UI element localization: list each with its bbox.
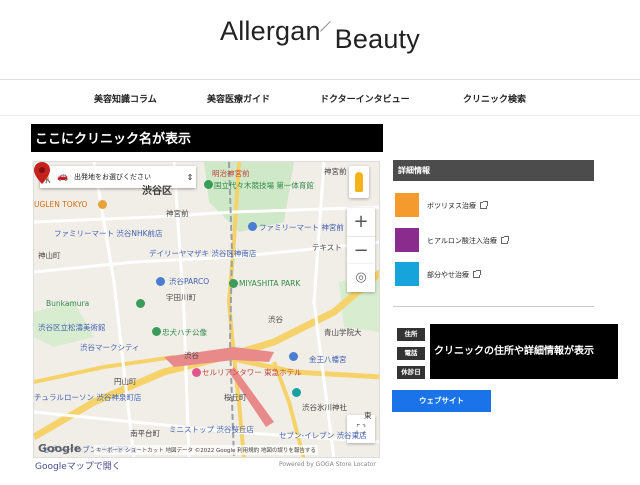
external-link-icon bbox=[480, 201, 488, 209]
logo-text-allergan: Allergan bbox=[220, 16, 321, 46]
map-label: 南平台町 bbox=[130, 429, 160, 438]
external-link-icon bbox=[473, 270, 481, 278]
main-nav: 美容知識コラム 美容医療ガイド ドクターインタビュー クリニック検索 bbox=[0, 80, 640, 116]
map-label: 宇田川町 bbox=[166, 293, 196, 302]
map-label: デイリーヤマザキ 渋谷区神南店 bbox=[149, 249, 257, 258]
nav-item-guide[interactable]: 美容医療ガイド bbox=[207, 92, 270, 105]
directions-selector[interactable]: 🚶 🚗 出発地をお選びください ⇕ bbox=[40, 166, 196, 188]
poi-marker[interactable] bbox=[98, 200, 107, 209]
map-label: 忠犬ハチ公像 bbox=[162, 328, 207, 337]
zoom-out-button[interactable]: − bbox=[347, 236, 375, 264]
crosshair-icon: ◎ bbox=[355, 270, 367, 285]
map-label: ミニストップ 渋谷桜丘店 bbox=[169, 425, 254, 434]
clinic-name: ここにクリニック名が表示 bbox=[31, 124, 383, 152]
google-logo: Google bbox=[38, 442, 82, 455]
map-label: 神山町 bbox=[38, 251, 61, 260]
treatment-link-row: ヒアルロン酸注入治療 bbox=[427, 236, 509, 246]
map-label: チュラルローソン 渋谷神泉町店 bbox=[34, 393, 142, 402]
detail-heading: 詳細情報 bbox=[393, 160, 594, 181]
treatment-color-swatch bbox=[395, 262, 419, 286]
brand-logo[interactable]: Allergan Beauty bbox=[220, 16, 420, 54]
nav-item-clinic-search[interactable]: クリニック検索 bbox=[463, 92, 526, 105]
poi-marker[interactable] bbox=[152, 327, 161, 336]
poi-marker[interactable] bbox=[289, 352, 298, 361]
poi-marker[interactable] bbox=[136, 299, 145, 308]
zoom-control: + − bbox=[347, 208, 375, 264]
map-label: 桜丘町 bbox=[224, 393, 247, 402]
map-label: 渋谷マークシティ bbox=[80, 343, 140, 352]
clinic-info-text: クリニックの住所や詳細情報が表示 bbox=[430, 324, 618, 379]
poi-marker[interactable] bbox=[192, 368, 201, 377]
nav-item-interview[interactable]: ドクターインタビュー bbox=[320, 92, 410, 105]
car-icon[interactable]: 🚗 bbox=[56, 172, 70, 182]
treatment-label[interactable]: 部分やせ治療 bbox=[427, 271, 469, 279]
map-label: 円山町 bbox=[114, 377, 137, 386]
treatment-item[interactable]: ボツリヌス治療 bbox=[395, 193, 595, 219]
phone-label: 電話 bbox=[397, 347, 425, 360]
map-label: 東 bbox=[364, 411, 372, 420]
external-link-icon bbox=[500, 236, 509, 244]
google-map[interactable]: 🚶 🚗 出発地をお選びください ⇕ + − ◎ ⛶ 渋谷区 明治神宮前 国立代々… bbox=[33, 161, 380, 458]
zoom-in-button[interactable]: + bbox=[347, 208, 375, 236]
my-location-button[interactable]: ◎ bbox=[347, 264, 375, 292]
street-view-pegman[interactable] bbox=[349, 166, 369, 198]
map-label: 明治神宮前 bbox=[212, 169, 250, 178]
site-header: Allergan Beauty bbox=[0, 0, 640, 80]
map-label: UGLEN TOKYO bbox=[34, 200, 88, 209]
treatment-item[interactable]: 部分やせ治療 bbox=[395, 262, 595, 288]
powered-by: Powered by GOGA Store Locator bbox=[279, 461, 376, 468]
poi-marker[interactable] bbox=[229, 279, 238, 288]
poi-marker[interactable] bbox=[156, 277, 165, 286]
map-label: ファミリーマート 神宮前 bbox=[259, 223, 344, 232]
treatment-label[interactable]: ヒアルロン酸注入治療 bbox=[427, 237, 497, 245]
closed-days-label: 休診日 bbox=[397, 366, 425, 379]
clinic-location-pin[interactable] bbox=[34, 162, 50, 184]
map-label: 国立代々木競技場 第一体育館 bbox=[214, 181, 314, 190]
poi-marker[interactable] bbox=[204, 180, 213, 189]
pegman-icon bbox=[355, 172, 363, 192]
logo-text-beauty: Beauty bbox=[334, 24, 420, 54]
map-label: MIYASHITA PARK bbox=[239, 279, 301, 288]
treatment-link-row: ボツリヌス治療 bbox=[427, 201, 488, 211]
section-divider bbox=[393, 306, 594, 307]
poi-marker[interactable] bbox=[292, 388, 301, 397]
map-label: 神宮前 bbox=[166, 209, 189, 218]
map-label: 青山学院大 bbox=[324, 328, 362, 337]
origin-select[interactable]: 出発地をお選びください bbox=[70, 172, 184, 182]
map-label: 渋谷 bbox=[184, 351, 199, 360]
treatment-label[interactable]: ボツリヌス治療 bbox=[427, 202, 476, 210]
treatment-link-row: 部分やせ治療 bbox=[427, 270, 481, 280]
select-arrows-icon: ⇕ bbox=[186, 172, 194, 182]
map-label: 渋谷PARCO bbox=[169, 277, 210, 286]
map-label: 神宮前 bbox=[324, 167, 347, 176]
map-label: 渋谷 bbox=[268, 315, 283, 324]
treatment-item[interactable]: ヒアルロン酸注入治療 bbox=[395, 228, 595, 254]
map-label: ファミリーマート 渋谷NHK前店 bbox=[54, 229, 163, 238]
map-label: Bunkamura bbox=[46, 299, 90, 308]
address-label: 住所 bbox=[397, 328, 425, 341]
map-attribution[interactable]: キーボード ショートカット 地図データ ©2022 Google 利用規約 地図… bbox=[94, 445, 318, 455]
map-label: セブン-イレブン 渋谷東店 bbox=[279, 431, 367, 440]
map-label: 渋谷氷川神社 bbox=[302, 403, 347, 412]
map-label: 渋谷区立松濤美術館 bbox=[38, 323, 106, 332]
website-button[interactable]: ウェブサイト bbox=[392, 390, 491, 412]
treatment-color-swatch bbox=[395, 193, 419, 217]
poi-marker[interactable] bbox=[248, 222, 257, 231]
map-label: 金王八幡宮 bbox=[309, 355, 347, 364]
map-label: セルリアンタワー 東急ホテル bbox=[202, 368, 302, 377]
nav-item-column[interactable]: 美容知識コラム bbox=[94, 92, 157, 105]
map-label: 渋谷区 bbox=[142, 186, 172, 197]
open-in-google-maps-link[interactable]: Googleマップで開く bbox=[35, 459, 121, 472]
treatment-color-swatch bbox=[395, 228, 419, 252]
map-label: テキスト bbox=[312, 243, 342, 252]
